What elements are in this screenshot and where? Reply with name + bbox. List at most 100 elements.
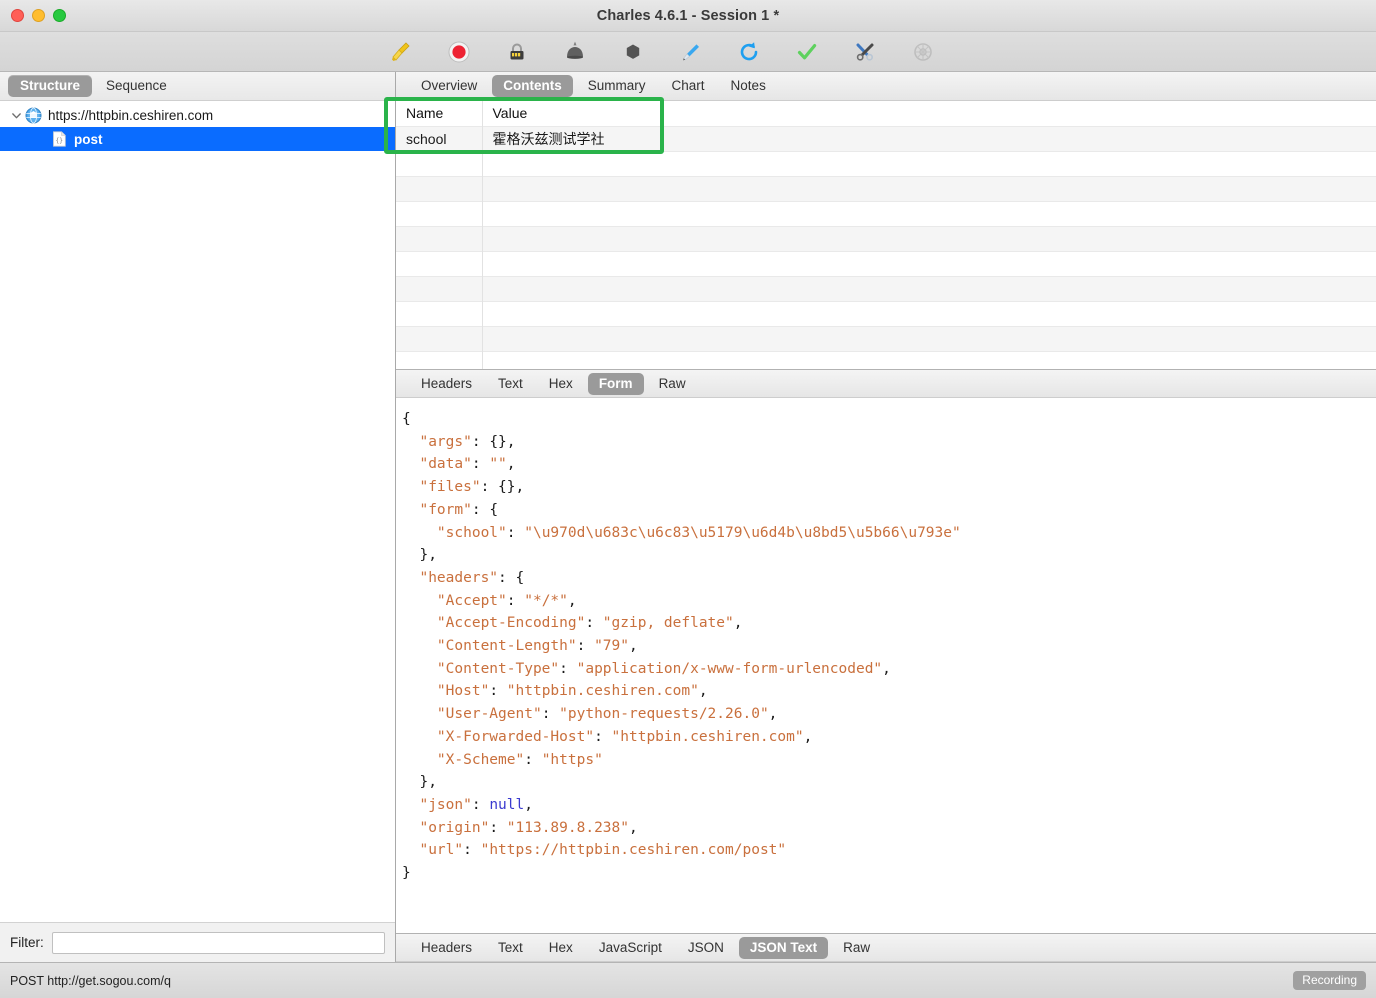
breakpoints-icon[interactable] xyxy=(546,35,604,69)
structure-sequence-segmented-control: Structure Sequence xyxy=(0,72,395,101)
tools-icon[interactable] xyxy=(836,35,894,69)
cell-empty xyxy=(482,276,1376,301)
form-parameters-table[interactable]: Name Value school 霍格沃兹测试学社 xyxy=(396,101,1376,369)
record-icon[interactable] xyxy=(430,35,488,69)
tab-res-javascript[interactable]: JavaScript xyxy=(588,937,673,959)
tab-summary-label: Summary xyxy=(587,78,646,93)
tree-item-host[interactable]: https://httpbin.ceshiren.com xyxy=(0,103,395,127)
throttle-icon[interactable] xyxy=(488,35,546,69)
table-row[interactable]: school 霍格沃兹测试学社 xyxy=(396,126,1376,151)
tab-req-raw[interactable]: Raw xyxy=(648,373,697,395)
tab-req-headers-label: Headers xyxy=(421,375,473,391)
cell-empty xyxy=(482,351,1376,369)
tab-res-javascript-label: JavaScript xyxy=(598,939,662,955)
edit-pen-icon[interactable] xyxy=(662,35,720,69)
tab-chart[interactable]: Chart xyxy=(661,75,716,97)
cell-empty xyxy=(396,351,483,369)
table-row-empty[interactable] xyxy=(396,251,1376,276)
tab-res-text-label: Text xyxy=(498,939,523,955)
tab-req-form-label: Form xyxy=(598,375,633,391)
tab-overview-label: Overview xyxy=(421,78,478,93)
cell-empty xyxy=(482,151,1376,176)
table-row-empty[interactable] xyxy=(396,276,1376,301)
tab-notes[interactable]: Notes xyxy=(720,75,777,97)
compose-icon[interactable] xyxy=(604,35,662,69)
cell-empty xyxy=(396,301,483,326)
json-file-icon: {} xyxy=(50,130,68,148)
close-window-button[interactable] xyxy=(11,9,24,22)
cell-empty xyxy=(396,276,483,301)
tab-structure-label: Structure xyxy=(20,78,81,93)
status-badge[interactable]: Recording xyxy=(1293,971,1366,990)
clear-broom-icon[interactable] xyxy=(372,35,430,69)
tab-sequence[interactable]: Sequence xyxy=(94,75,179,97)
cell-empty xyxy=(396,326,483,351)
svg-text:{}: {} xyxy=(55,138,63,145)
detail-pane: Overview Contents Summary Chart Notes Na… xyxy=(396,72,1376,962)
tab-chart-label: Chart xyxy=(671,78,705,93)
tree-item-post[interactable]: {} post xyxy=(0,127,395,151)
cell-empty xyxy=(396,201,483,226)
title-bar: Charles 4.6.1 - Session 1 * xyxy=(0,0,1376,32)
tab-req-headers[interactable]: Headers xyxy=(410,373,483,395)
tab-res-json[interactable]: JSON xyxy=(677,937,735,959)
cell-empty xyxy=(396,151,483,176)
response-body-tabbar: Headers Text Hex JavaScript JSON JSON Te… xyxy=(396,933,1376,962)
session-pane: Structure Sequence https://httpbin.ceshi… xyxy=(0,72,396,962)
table-row-empty[interactable] xyxy=(396,151,1376,176)
tab-sequence-label: Sequence xyxy=(106,78,167,93)
tab-res-json-label: JSON xyxy=(687,939,724,955)
tab-structure[interactable]: Structure xyxy=(8,75,93,97)
tab-req-text[interactable]: Text xyxy=(487,373,534,395)
tab-res-headers-label: Headers xyxy=(421,939,473,955)
tab-contents-label: Contents xyxy=(503,78,562,93)
tab-req-form[interactable]: Form xyxy=(587,372,644,395)
cell-empty xyxy=(482,176,1376,201)
kv-table: Name Value school 霍格沃兹测试学社 xyxy=(396,101,1376,369)
cell-empty xyxy=(396,176,483,201)
table-row-empty[interactable] xyxy=(396,201,1376,226)
tab-res-raw-label: Raw xyxy=(843,939,871,955)
filter-bar: Filter: xyxy=(0,922,395,962)
table-row-empty[interactable] xyxy=(396,226,1376,251)
validate-check-icon[interactable] xyxy=(778,35,836,69)
tab-res-json-text[interactable]: JSON Text xyxy=(738,936,829,959)
tab-summary[interactable]: Summary xyxy=(577,75,657,97)
dns-spoof-icon[interactable] xyxy=(894,35,952,69)
cell-param-name: school xyxy=(396,126,483,151)
column-header-value[interactable]: Value xyxy=(482,101,1376,126)
request-body-tabbar: Headers Text Hex Form Raw xyxy=(396,369,1376,398)
table-row-empty[interactable] xyxy=(396,351,1376,369)
cell-param-value: 霍格沃兹测试学社 xyxy=(492,130,605,147)
tab-contents[interactable]: Contents xyxy=(492,75,573,97)
tab-req-text-label: Text xyxy=(498,375,523,391)
chevron-down-icon[interactable] xyxy=(8,107,24,123)
json-body: { "args": {}, "data": "", "files": {}, "… xyxy=(402,411,961,882)
zoom-window-button[interactable] xyxy=(53,9,66,22)
table-row-empty[interactable] xyxy=(396,176,1376,201)
table-header-row: Name Value xyxy=(396,101,1376,126)
window-title: Charles 4.6.1 - Session 1 * xyxy=(596,7,780,24)
cell-empty xyxy=(396,251,483,276)
tab-res-raw[interactable]: Raw xyxy=(832,937,881,959)
tab-req-raw-label: Raw xyxy=(658,375,686,391)
repeat-refresh-icon[interactable] xyxy=(720,35,778,69)
tab-res-text[interactable]: Text xyxy=(487,937,534,959)
minimize-window-button[interactable] xyxy=(32,9,45,22)
main-split: Structure Sequence https://httpbin.ceshi… xyxy=(0,72,1376,962)
main-toolbar xyxy=(0,32,1376,72)
response-json-text-view[interactable]: { "args": {}, "data": "", "files": {}, "… xyxy=(396,398,1376,933)
filter-input[interactable] xyxy=(51,931,385,954)
session-tree[interactable]: https://httpbin.ceshiren.com {} post xyxy=(0,101,395,922)
column-header-name[interactable]: Name xyxy=(396,101,483,126)
tab-notes-label: Notes xyxy=(730,78,766,93)
tab-overview[interactable]: Overview xyxy=(410,75,488,97)
table-row-empty[interactable] xyxy=(396,326,1376,351)
tab-res-headers[interactable]: Headers xyxy=(410,937,483,959)
cell-empty xyxy=(482,226,1376,251)
window-controls xyxy=(11,9,66,22)
tab-res-hex[interactable]: Hex xyxy=(538,937,584,959)
table-row-empty[interactable] xyxy=(396,301,1376,326)
tab-req-hex[interactable]: Hex xyxy=(538,373,584,395)
tab-res-json-text-label: JSON Text xyxy=(749,939,818,955)
